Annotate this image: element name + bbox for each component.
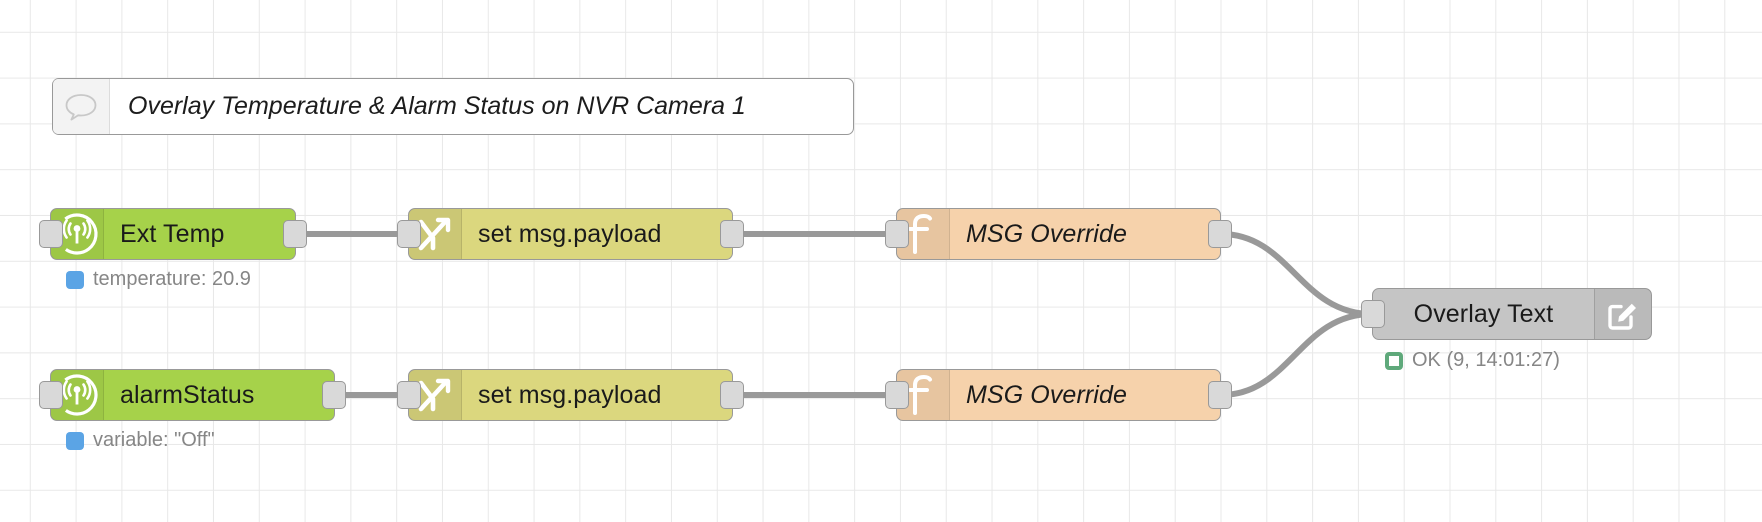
node-change-bottom-output-port[interactable] — [720, 381, 744, 409]
status-dot-blue — [66, 270, 84, 289]
comment-text: Overlay Temperature & Alarm Status on NV… — [128, 92, 746, 120]
node-function-top-output-port[interactable] — [1208, 220, 1232, 248]
node-change-top-output-port[interactable] — [720, 220, 744, 248]
wire-function-bottom-to-overlay — [1218, 311, 1375, 398]
node-alarm-status-status-text: variable: "Off" — [93, 429, 215, 451]
node-change-bottom[interactable]: set msg.payload — [397, 369, 744, 421]
node-overlay-text[interactable]: Overlay Text — [1361, 288, 1652, 340]
wire-function-top-to-overlay — [1218, 231, 1375, 317]
status-dot-blue — [66, 431, 84, 450]
node-overlay-text-status-text: OK (9, 14:01:27) — [1412, 349, 1560, 371]
node-change-top-input-port[interactable] — [397, 220, 421, 248]
node-function-bottom-output-port[interactable] — [1208, 381, 1232, 409]
node-function-bottom[interactable]: MSG Override — [885, 369, 1232, 421]
node-overlay-text-edit-button[interactable] — [1594, 289, 1651, 339]
node-overlay-text-status: OK (9, 14:01:27) — [1385, 349, 1560, 372]
flow-canvas[interactable]: Overlay Temperature & Alarm Status on NV… — [0, 0, 1762, 522]
node-ext-temp-output-port[interactable] — [283, 220, 307, 248]
node-function-bottom-label: MSG Override — [966, 380, 1127, 409]
node-alarm-status[interactable]: alarmStatus — [39, 369, 346, 421]
node-alarm-status-input-port[interactable] — [39, 381, 63, 409]
node-overlay-text-label: Overlay Text — [1413, 299, 1554, 328]
comment-node[interactable]: Overlay Temperature & Alarm Status on NV… — [52, 78, 854, 135]
node-overlay-text-input-port[interactable] — [1361, 300, 1385, 328]
node-function-top-label: MSG Override — [966, 219, 1127, 248]
status-dot-green-ring — [1385, 351, 1403, 370]
node-ext-temp[interactable]: Ext Temp — [39, 208, 307, 260]
node-alarm-status-label: alarmStatus — [120, 380, 255, 409]
node-change-bottom-input-port[interactable] — [397, 381, 421, 409]
node-alarm-status-status: variable: "Off" — [66, 429, 215, 452]
node-function-bottom-input-port[interactable] — [885, 381, 909, 409]
node-change-bottom-label: set msg.payload — [478, 380, 662, 409]
node-function-top-input-port[interactable] — [885, 220, 909, 248]
node-ext-temp-input-port[interactable] — [39, 220, 63, 248]
comment-bubble-icon — [53, 79, 110, 134]
node-ext-temp-label: Ext Temp — [120, 219, 225, 248]
node-change-top[interactable]: set msg.payload — [397, 208, 744, 260]
node-function-top[interactable]: MSG Override — [885, 208, 1232, 260]
node-ext-temp-status-text: temperature: 20.9 — [93, 268, 251, 290]
node-alarm-status-output-port[interactable] — [322, 381, 346, 409]
node-ext-temp-status: temperature: 20.9 — [66, 268, 251, 291]
edit-pencil-square-icon — [1606, 297, 1640, 331]
node-change-top-label: set msg.payload — [478, 219, 662, 248]
